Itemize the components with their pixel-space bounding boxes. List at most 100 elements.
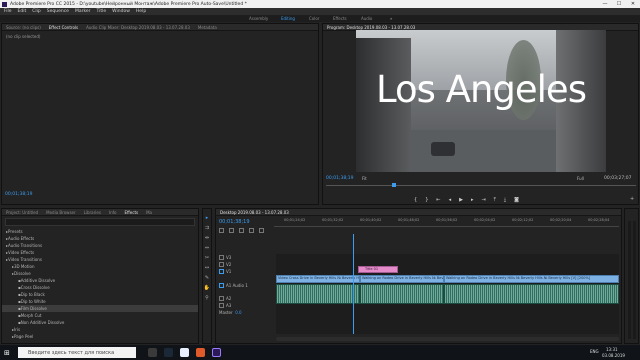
menu-sequence[interactable]: Sequence [47, 9, 69, 14]
program-scrubber[interactable] [326, 185, 636, 186]
title-clip[interactable]: Title 01 [358, 266, 398, 273]
tab-markers[interactable]: Ma [142, 210, 156, 215]
menu-title[interactable]: Title [97, 9, 107, 14]
effects-tree-item[interactable]: ▪ Cross Dissolve [2, 284, 198, 291]
effects-tree-item[interactable]: ▪ Dip to Black [2, 291, 198, 298]
rate-stretch-tool-icon[interactable]: ⇔ [205, 245, 209, 251]
tab-source[interactable]: Source: (no clips) [2, 25, 45, 30]
playhead-line[interactable] [353, 234, 354, 334]
tab-project[interactable]: Project: Untitled [2, 210, 42, 215]
tab-effects[interactable]: Effects [121, 210, 143, 215]
workspace-effects[interactable]: Effects [333, 16, 347, 21]
nest-icon[interactable] [219, 228, 224, 233]
snap-icon[interactable] [229, 228, 234, 233]
effects-tree-item[interactable]: ▸ Video Effects [2, 249, 198, 256]
language-indicator[interactable]: ENG [590, 349, 599, 354]
tab-program[interactable]: Program: Desktop 2019.08.03 - 13.07.28.0… [323, 25, 419, 30]
workspace-color[interactable]: Color [309, 16, 319, 21]
maximize-button[interactable]: ☐ [612, 1, 626, 7]
minimize-button[interactable]: — [598, 1, 612, 7]
effects-tree-item[interactable]: ▪ Dip to White [2, 298, 198, 305]
effects-tree-item[interactable]: ▸ Video Transitions [2, 256, 198, 263]
selection-tool-icon[interactable]: ▸ [206, 215, 209, 221]
workspace-audio[interactable]: Audio [361, 16, 372, 21]
timeline-ruler[interactable]: 00;01;24;02 00;01;32;02 00;01;40;02 00;01;4… [274, 217, 619, 227]
effects-tree-item[interactable]: ▸ Page Peel [2, 333, 198, 340]
clock-time[interactable]: 13:31 [606, 347, 618, 352]
step-forward-icon[interactable]: ▸ [471, 197, 474, 203]
program-timecode[interactable]: 00;01;38;19 [326, 176, 353, 181]
toggle-sync-lock-icon[interactable] [219, 303, 224, 308]
premiere-taskbar-icon[interactable] [212, 348, 221, 357]
audio-clip-1[interactable] [276, 284, 360, 304]
timeline-timecode[interactable]: 00;01;38;19 [219, 219, 250, 225]
audio-clip-3[interactable] [444, 284, 619, 304]
chrome-icon[interactable] [180, 348, 189, 357]
toggle-sync-lock-icon[interactable] [219, 296, 224, 301]
timeline-zoom-scrollbar[interactable] [276, 337, 619, 341]
track-select-tool-icon[interactable]: ⇉ [205, 225, 209, 231]
steam-icon[interactable] [164, 348, 173, 357]
playhead-marker[interactable] [392, 183, 396, 187]
add-marker-icon[interactable] [249, 228, 254, 233]
effects-tree-item[interactable]: ▪ Film Dissolve [2, 305, 198, 312]
export-frame-icon[interactable]: ◙ [514, 197, 519, 203]
tab-audio-clip-mixer[interactable]: Audio Clip Mixer: Desktop 2019.08.03 - 1… [82, 25, 194, 30]
menu-edit[interactable]: Edit [18, 9, 27, 14]
opera-icon[interactable] [196, 348, 205, 357]
taskbar-search-input[interactable]: Введите здесь текст для поиска [18, 347, 136, 358]
slip-tool-icon[interactable]: ↔ [205, 265, 209, 271]
zoom-tool-icon[interactable]: ⚲ [205, 295, 209, 301]
hand-tool-icon[interactable]: ✋ [204, 285, 210, 291]
effects-tree-item[interactable]: ▸ Presets [2, 228, 198, 235]
tab-sequence[interactable]: Desktop 2019.08.03 - 13.07.28.03 [216, 210, 293, 215]
effects-tree-item[interactable]: ▸ Audio Transitions [2, 242, 198, 249]
workspace-assembly[interactable]: Assembly [249, 16, 268, 21]
pen-tool-icon[interactable]: ✎ [205, 275, 209, 281]
effects-tree-item[interactable]: ▸ Audio Effects [2, 235, 198, 242]
track-area[interactable]: Title 01 Video Cross Drive in Beverly Hi… [276, 234, 619, 334]
video-clip-3[interactable]: Walking on Rodeo Drive in Beverly Hills … [444, 275, 619, 283]
play-icon[interactable]: ▶ [459, 197, 463, 203]
quality-select[interactable]: Full [577, 176, 584, 181]
tab-metadata[interactable]: Metadata [194, 25, 221, 30]
razor-tool-icon[interactable]: ✂ [205, 255, 209, 261]
windows-start-icon[interactable]: ⊞ [4, 349, 10, 357]
lift-icon[interactable]: ⤒ [494, 197, 496, 203]
extract-icon[interactable]: ⤓ [504, 197, 506, 203]
tab-libraries[interactable]: Libraries [80, 210, 105, 215]
ripple-edit-tool-icon[interactable]: ⇹ [205, 235, 209, 241]
go-to-in-icon[interactable]: ⇤ [436, 197, 440, 203]
mark-out-icon[interactable]: } [425, 197, 428, 203]
effects-tree-item[interactable]: ▸ 3D Motion [2, 263, 198, 270]
linked-selection-icon[interactable] [239, 228, 244, 233]
tab-media-browser[interactable]: Media Browser [42, 210, 80, 215]
source-timecode[interactable]: 00;01;38;19 [5, 192, 32, 197]
go-to-out-icon[interactable]: ⇥ [481, 197, 485, 203]
effects-tree-item[interactable]: ▪ Non Additive Dissolve [2, 319, 198, 326]
clock-date[interactable]: 03.08.2019 [602, 353, 625, 358]
toggle-sync-lock-icon[interactable] [219, 255, 224, 260]
zoom-select[interactable]: Fit [362, 176, 367, 181]
source-patch-v1[interactable] [219, 269, 224, 274]
source-patch-a1[interactable] [219, 282, 224, 288]
video-clip-1[interactable]: Video Cross Drive in Beverly Hills № Bev… [276, 275, 360, 283]
effects-tree-item[interactable]: ▪ Morph Cut [2, 312, 198, 319]
close-button[interactable]: ✕ [626, 1, 640, 7]
effects-tree-item[interactable]: ▸ Iris [2, 326, 198, 333]
video-clip-2[interactable]: Walking on Rodeo Drive in Beverly Hills … [360, 275, 444, 283]
tab-info[interactable]: Info [105, 210, 121, 215]
menu-clip[interactable]: Clip [32, 9, 41, 14]
toggle-sync-lock-icon[interactable] [219, 262, 224, 267]
workspace-editing[interactable]: Editing [281, 16, 295, 21]
effects-search-input[interactable] [5, 218, 195, 226]
mark-in-icon[interactable]: { [414, 197, 417, 203]
button-editor-icon[interactable]: + [630, 196, 634, 202]
effects-tree-item[interactable]: ▪ Additive Dissolve [2, 277, 198, 284]
audio-clip-2[interactable] [360, 284, 444, 304]
task-view-icon[interactable] [148, 348, 157, 357]
step-back-icon[interactable]: ◂ [449, 197, 452, 203]
workspace-more-icon[interactable]: » [390, 16, 392, 21]
effects-tree-item[interactable]: ▸ Dissolve [2, 270, 198, 277]
menu-file[interactable]: File [4, 9, 12, 14]
